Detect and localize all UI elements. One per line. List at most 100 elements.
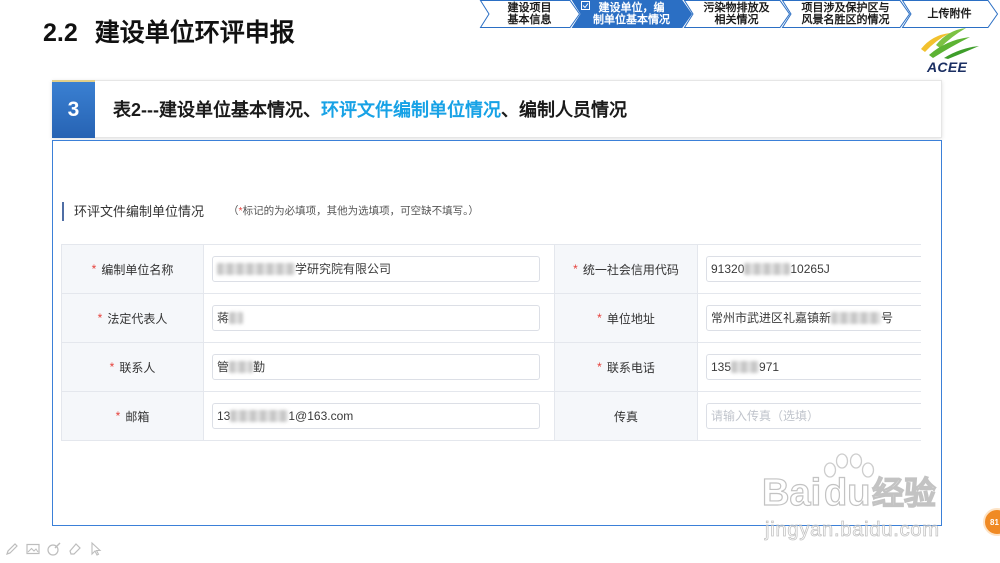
- page-title-number: 2.2: [43, 19, 78, 47]
- label-email: * 邮箱: [62, 392, 204, 441]
- redacted-text: [731, 361, 760, 373]
- required-mark: *: [91, 262, 97, 276]
- step-label-line1: 上传附件: [927, 8, 972, 20]
- input-text: 管: [217, 360, 230, 374]
- address-input[interactable]: 常州市武进区礼嘉镇新 号: [706, 305, 921, 331]
- step-units-basic-info[interactable]: 建设单位，编 制单位基本情况: [571, 0, 693, 28]
- label-text: 邮箱: [125, 409, 150, 424]
- badge-text: 81: [983, 508, 1000, 536]
- label-text: 联系电话: [606, 360, 655, 375]
- label-text: 联系人: [119, 360, 156, 375]
- required-mark: *: [573, 262, 578, 276]
- eraser-icon[interactable]: [67, 541, 83, 557]
- required-mark: *: [597, 360, 602, 374]
- value-cell-contact: 管勤: [204, 343, 555, 392]
- label-address: * 单位地址: [555, 294, 698, 343]
- value-cell-fax: [698, 392, 921, 441]
- form-icon: [581, 1, 590, 10]
- input-text: 号: [881, 311, 894, 325]
- legal-rep-input[interactable]: 蒋: [212, 305, 540, 331]
- redacted-text: [217, 263, 295, 275]
- section-title-after: 、编制人员情况: [501, 100, 627, 120]
- value-cell-org-name: 学研究院有限公司: [204, 245, 555, 294]
- step-pollutant-emission[interactable]: 污染物排放及 相关情况: [683, 0, 791, 28]
- fax-input[interactable]: [706, 403, 921, 429]
- input-text: 常州市武进区礼嘉镇新: [711, 311, 832, 325]
- required-mark: *: [97, 311, 103, 325]
- label-text: 法定代表人: [107, 311, 168, 326]
- label-text: 统一社会信用代码: [582, 262, 679, 277]
- step-label-line2: 相关情况: [714, 14, 759, 26]
- watermark-brand-1: Bai: [761, 471, 822, 514]
- note-open: （: [228, 205, 239, 217]
- floating-badge[interactable]: 81: [983, 508, 1000, 536]
- step-label-line2: 制单位基本情况: [593, 14, 670, 26]
- input-text: 1@163.com: [288, 409, 354, 423]
- watermark-brand-2: du: [823, 471, 871, 514]
- form-heading-bar: [62, 202, 64, 221]
- input-text: 13: [217, 409, 231, 423]
- step-label-line1: 项目涉及保护区与: [801, 2, 890, 14]
- watermark-domain: jingyan.baidu.com: [765, 519, 940, 542]
- step-label-line1: 污染物排放及: [703, 2, 770, 14]
- input-text: 学研究院有限公司: [295, 262, 392, 276]
- step-label-line2: 风景名胜区的情况: [801, 14, 890, 26]
- value-cell-email: 13 1@163.com: [204, 392, 555, 441]
- label-legal-rep: * 法定代表人: [62, 294, 204, 343]
- form-panel: 环评文件编制单位情况 （*标记的为必填项，其他为选填项，可空缺不填写。） * 编制…: [52, 140, 942, 526]
- required-mark: *: [597, 311, 602, 325]
- label-text: 传真: [613, 409, 638, 424]
- watermark-brand-chinese: 经验: [871, 474, 937, 511]
- image-icon[interactable]: [25, 541, 41, 557]
- cursor-icon[interactable]: [88, 541, 104, 557]
- redacted-text: [831, 312, 882, 324]
- section-title: 表2---建设单位基本情况、环评文件编制单位情况、编制人员情况: [113, 97, 627, 123]
- input-text: 135: [711, 360, 732, 374]
- section-number: 3: [52, 80, 95, 138]
- input-text: 蒋: [217, 311, 230, 325]
- redacted-text: [744, 263, 791, 275]
- value-cell-phone: 135 971: [698, 343, 921, 392]
- org-name-input[interactable]: 学研究院有限公司: [212, 256, 540, 282]
- step-project-basic-info[interactable]: 建设项目 基本信息: [479, 0, 581, 28]
- step-label-line1: 建设项目: [507, 2, 552, 14]
- page-title-text: 建设单位环评申报: [94, 19, 295, 47]
- step-label-line1: 建设单位，编: [598, 2, 665, 14]
- leaf-logo-icon: [921, 28, 979, 59]
- presentation-toolbar: [4, 541, 104, 557]
- required-mark: *: [109, 360, 115, 374]
- contact-input[interactable]: 管勤: [212, 354, 540, 380]
- form-note: （*标记的为必填项，其他为选填项，可空缺不填写。）: [228, 201, 479, 222]
- highlighter-icon[interactable]: [46, 541, 62, 557]
- label-phone: * 联系电话: [555, 343, 698, 392]
- input-text: 10265J: [790, 262, 830, 276]
- input-text: 勤: [253, 360, 266, 374]
- email-input[interactable]: 13 1@163.com: [212, 403, 540, 429]
- input-text: 971: [759, 360, 780, 374]
- label-credit-code: * 统一社会信用代码: [555, 245, 698, 294]
- label-org-name: * 编制单位名称: [62, 245, 204, 294]
- note-text: 标记的为必填项，其他为选填项，可空缺不填写。）: [242, 205, 479, 217]
- label-contact: * 联系人: [62, 343, 204, 392]
- required-mark: *: [115, 409, 121, 423]
- label-text: 编制单位名称: [101, 262, 174, 277]
- value-cell-legal-rep: 蒋: [204, 294, 555, 343]
- value-cell-credit-code: 91320 10265J: [698, 245, 921, 294]
- label-text: 单位地址: [606, 311, 655, 326]
- credit-code-input[interactable]: 91320 10265J: [706, 256, 921, 282]
- step-upload-attachments[interactable]: 上传附件: [901, 0, 999, 28]
- section-title-highlight: 环评文件编制单位情况: [321, 100, 501, 120]
- value-cell-address: 常州市武进区礼嘉镇新 号: [698, 294, 921, 343]
- step-label-line2: 基本信息: [507, 14, 552, 26]
- redacted-text: [230, 410, 289, 422]
- logo-text: ACEE: [927, 59, 968, 75]
- step-protected-areas[interactable]: 项目涉及保护区与 风景名胜区的情况: [781, 0, 911, 28]
- form-heading: 环评文件编制单位情况: [74, 204, 205, 219]
- phone-input[interactable]: 135 971: [706, 354, 921, 380]
- form-table: * 编制单位名称 学研究院有限公司 * 统一社会信用代码 91320 10265J *…: [61, 244, 921, 441]
- redacted-text: [229, 312, 244, 324]
- pen-icon[interactable]: [4, 541, 20, 557]
- section-title-before: 表2---建设单位基本情况、: [113, 100, 321, 120]
- input-text: 91320: [711, 262, 745, 276]
- redacted-text: [229, 361, 254, 373]
